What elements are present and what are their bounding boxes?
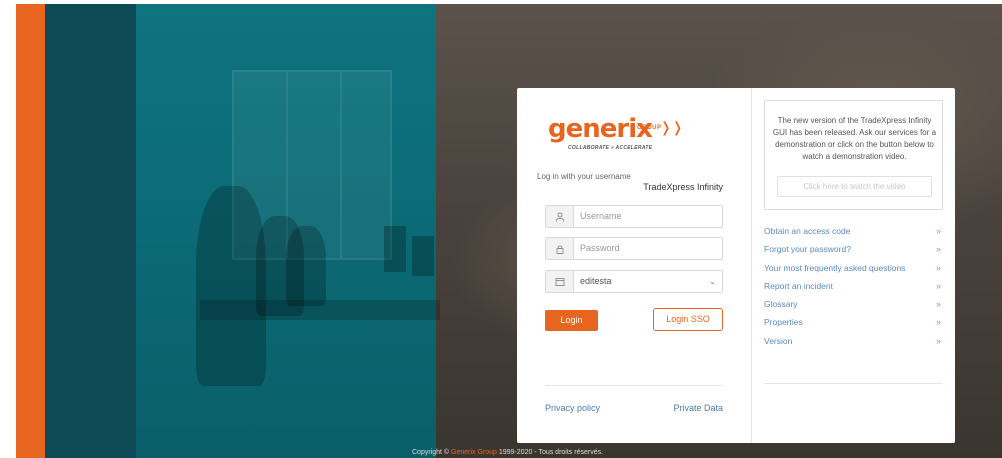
private-data-link[interactable]: Private Data [673, 403, 723, 413]
dark-teal-stripe [45, 4, 136, 458]
copyright-brand-link[interactable]: Generix Group [451, 449, 497, 456]
menu-item-version[interactable]: Version » [764, 332, 943, 350]
chevron-right-icon: » [935, 226, 941, 236]
username-field [545, 205, 723, 228]
menu-item-label: Forgot your password? [764, 244, 851, 255]
announcement-text: The new version of the TradeXpress Infin… [772, 116, 937, 161]
office-desk [200, 300, 440, 320]
logo-chevron-icon: ❭❭ [660, 119, 684, 135]
help-menu: Obtain an access code » Forgot your pass… [764, 222, 943, 350]
password-field [545, 237, 723, 260]
menu-item-label: Your most frequently asked questions [764, 262, 906, 273]
login-hint: Log in with your username [537, 172, 631, 181]
menu-item-properties[interactable]: Properties » [764, 313, 943, 331]
office-monitor [412, 236, 434, 276]
menu-item-access-code[interactable]: Obtain an access code » [764, 222, 943, 240]
generix-logo: generix GROUP ❭❭ COLLABORATE » ACCELERAT… [548, 114, 708, 154]
lock-icon [546, 238, 574, 259]
announcement-box: The new version of the TradeXpress Infin… [764, 100, 943, 210]
password-input[interactable] [580, 238, 710, 259]
menu-item-glossary[interactable]: Glossary » [764, 295, 943, 313]
chevron-right-icon: » [935, 335, 941, 346]
product-name: TradeXpress Infinity [643, 182, 723, 192]
orange-stripe [16, 4, 45, 458]
watch-video-button[interactable]: Click here to watch the video [777, 176, 932, 197]
logo-group-text: GROUP [637, 125, 662, 131]
login-panel: generix GROUP ❭❭ COLLABORATE » ACCELERAT… [517, 88, 955, 443]
copyright-suffix: 1999-2020 - Tous droits réservés. [496, 449, 604, 456]
office-monitor [384, 226, 406, 272]
user-icon [546, 206, 574, 227]
login-sso-button[interactable]: Login SSO [653, 308, 723, 331]
chevron-right-icon: » [935, 317, 941, 328]
privacy-policy-link[interactable]: Privacy policy [545, 403, 600, 413]
menu-item-label: Obtain an access code [764, 226, 851, 236]
menu-item-faq[interactable]: Your most frequently asked questions » [764, 259, 943, 277]
divider [764, 383, 943, 384]
copyright-prefix: Copyright © [412, 449, 452, 456]
login-column: generix GROUP ❭❭ COLLABORATE » ACCELERAT… [517, 88, 751, 443]
menu-item-report-incident[interactable]: Report an incident » [764, 277, 943, 295]
chevron-down-icon: ⌄ [709, 277, 716, 286]
logo-tagline: COLLABORATE » ACCELERATE [568, 145, 653, 151]
divider [545, 385, 723, 386]
login-button[interactable]: Login [545, 310, 598, 331]
info-column: The new version of the TradeXpress Infin… [752, 88, 955, 443]
environment-select[interactable]: editesta ⌄ [545, 270, 723, 293]
window-icon [546, 271, 574, 292]
chevron-right-icon: » [935, 280, 941, 291]
chevron-right-icon: » [935, 299, 941, 310]
office-person [286, 226, 326, 306]
menu-item-label: Version [764, 335, 793, 346]
menu-item-label: Glossary [764, 299, 798, 310]
menu-item-label: Report an incident [764, 280, 833, 291]
copyright-footer: Copyright © Generix Group 1999-2020 - To… [412, 448, 603, 458]
menu-item-label: Properties [764, 317, 803, 328]
username-input[interactable] [580, 206, 710, 227]
environment-value: editesta [580, 276, 612, 286]
chevron-right-icon: » [935, 262, 941, 273]
menu-item-forgot-password[interactable]: Forgot your password? » [764, 240, 943, 258]
chevron-right-icon: » [935, 244, 941, 255]
